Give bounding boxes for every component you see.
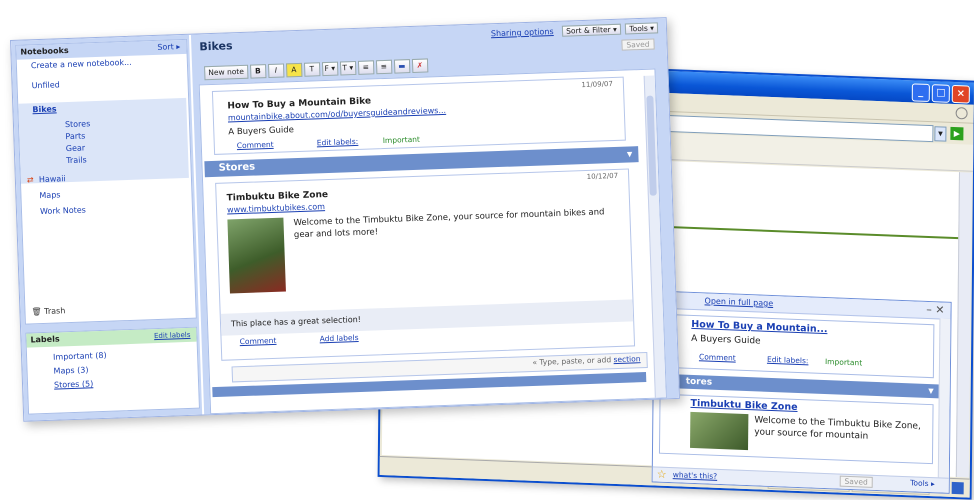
content-scrollbar[interactable] xyxy=(643,75,666,398)
mini-note-description: Welcome to the Timbuktu Bike Zone, your … xyxy=(754,415,921,442)
maximize-icon[interactable]: □ xyxy=(931,84,950,103)
sidebar-subitem-stores[interactable]: Stores xyxy=(65,119,91,129)
zone-icon xyxy=(951,481,964,495)
sidebar-item-bikes[interactable]: Bikes xyxy=(32,104,56,114)
open-full-page-link[interactable]: Open in full page xyxy=(705,296,774,308)
sharing-options-link[interactable]: Sharing options xyxy=(491,27,554,38)
sidebar-subitem-parts[interactable]: Parts xyxy=(65,131,85,141)
collapse-icon[interactable]: – ✕ xyxy=(926,303,944,317)
panel-scrollbar[interactable] xyxy=(937,318,951,479)
labels-header: Labels Edit labels xyxy=(26,327,197,348)
minimize-icon[interactable]: _ xyxy=(911,83,930,103)
mini-note-card[interactable]: Timbuktu Bike Zone Welcome to the Timbuk… xyxy=(658,393,934,465)
mini-note-title[interactable]: Timbuktu Bike Zone xyxy=(690,398,797,413)
bike-image xyxy=(227,217,286,294)
saved-button: Saved xyxy=(839,475,873,488)
notebook-content: Bikes Sharing options Sort & Filter ▾ To… xyxy=(190,18,679,415)
comment-link[interactable]: Comment xyxy=(240,336,277,346)
add-labels-link[interactable]: Add labels xyxy=(319,333,358,343)
italic-icon[interactable]: I xyxy=(267,63,285,79)
comment-link[interactable]: Comment xyxy=(237,140,274,150)
notebooks-panel: Notebooks Sort ▸ Create a new notebook..… xyxy=(15,38,197,325)
font-size-icon[interactable]: T ▾ xyxy=(339,60,357,76)
edit-labels-link[interactable]: Edit labels xyxy=(154,328,191,343)
note-card[interactable]: 11/09/07 How To Buy a Mountain Bike moun… xyxy=(211,76,626,155)
bike-image xyxy=(690,411,749,451)
note-date: 10/12/07 xyxy=(586,171,619,181)
section-title: Stores xyxy=(218,161,256,174)
text-color-icon[interactable]: T xyxy=(303,62,321,77)
top-actions: Sharing options Sort & Filter ▾ Tools ▾ xyxy=(491,22,659,39)
label-item[interactable]: Maps (3) xyxy=(53,365,88,375)
chevron-down-icon[interactable]: ▼ xyxy=(627,146,633,162)
trash-label: Trash xyxy=(44,306,66,316)
add-note-prompt: « Type, paste, or add xyxy=(532,355,612,367)
note-text: A Buyers Guide xyxy=(228,125,295,138)
clear-format-icon[interactable]: ✗ xyxy=(411,58,429,73)
notebook-mini-panel: es Open in full page – ✕ How To Buy a Mo… xyxy=(651,290,952,494)
insert-icon[interactable]: ▬ xyxy=(393,59,411,74)
mini-note-card[interactable]: How To Buy a Mountain... A Buyers Guide … xyxy=(659,313,935,379)
edit-labels-link[interactable]: Edit labels: xyxy=(767,355,809,366)
labels-panel: Labels Edit labels Important (8) Maps (3… xyxy=(25,326,200,415)
mini-note-title[interactable]: How To Buy a Mountain... xyxy=(691,319,827,335)
numbered-list-icon[interactable]: ≡ xyxy=(375,59,393,75)
browser-scrollbar[interactable] xyxy=(955,172,973,478)
label-item[interactable]: Stores (5) xyxy=(54,379,93,389)
close-icon[interactable]: × xyxy=(951,84,970,104)
sidebar-subitem-gear[interactable]: Gear xyxy=(66,143,86,153)
sidebar-item-maps[interactable]: Maps xyxy=(39,190,60,200)
labels-label: Labels xyxy=(30,334,60,345)
notebook-window: Notebooks Sort ▸ Create a new notebook..… xyxy=(10,17,680,422)
sidebar: Notebooks Sort ▸ Create a new notebook..… xyxy=(11,34,203,421)
bullet-list-icon[interactable]: ≡ xyxy=(357,60,375,75)
add-section-link[interactable]: section xyxy=(613,354,640,364)
note-url[interactable]: www.timbuktubikes.com xyxy=(227,202,325,214)
star-icon[interactable]: ☆ xyxy=(657,468,667,481)
edit-labels-link[interactable]: Edit labels: xyxy=(317,137,359,147)
chevron-down-icon[interactable]: ▼ xyxy=(928,384,934,398)
mini-note-subtitle: A Buyers Guide xyxy=(691,333,761,347)
label-item[interactable]: Important (8) xyxy=(53,351,107,362)
notebooks-label: Notebooks xyxy=(20,45,69,57)
note-card[interactable]: 10/12/07 Timbuktu Bike Zone www.timbuktu… xyxy=(215,168,636,361)
note-date: 11/09/07 xyxy=(581,79,614,90)
bold-icon[interactable]: B xyxy=(249,64,267,79)
go-icon[interactable]: ▶ xyxy=(950,126,964,141)
sidebar-item-work-notes[interactable]: Work Notes xyxy=(40,205,86,216)
label-important: Important xyxy=(824,357,863,368)
saved-button: Saved xyxy=(621,38,655,51)
label-important: Important xyxy=(382,134,421,146)
trash-icon: 🗑 xyxy=(31,307,42,317)
note-comment: This place has a great selection! xyxy=(220,299,634,336)
shared-icon: ⇄ xyxy=(26,175,34,185)
note-description: Welcome to the Timbuktu Bike Zone, your … xyxy=(293,207,605,241)
font-icon[interactable]: F ▾ xyxy=(321,61,339,77)
create-notebook-link[interactable]: Create a new notebook... xyxy=(31,58,132,71)
whats-this-link[interactable]: what's this? xyxy=(673,470,718,481)
sidebar-item-unfiled[interactable]: Unfiled xyxy=(31,80,59,90)
refresh-icon[interactable] xyxy=(955,107,968,120)
chevron-down-icon[interactable]: ▼ xyxy=(934,126,947,142)
notes-area: 11/09/07 How To Buy a Mountain Bike moun… xyxy=(198,68,667,415)
sidebar-item-hawaii[interactable]: Hawaii xyxy=(39,174,66,184)
notebooks-header: Notebooks Sort ▸ xyxy=(16,39,187,60)
highlight-icon[interactable]: A xyxy=(285,62,303,78)
new-note-button[interactable]: New note xyxy=(204,64,249,81)
comment-link[interactable]: Comment xyxy=(699,352,736,362)
sort-menu[interactable]: Sort ▸ xyxy=(157,40,180,55)
section-title: tores xyxy=(685,376,713,388)
scroll-thumb[interactable] xyxy=(646,95,657,196)
tools-button[interactable]: Tools ▾ xyxy=(625,22,659,35)
sort-filter-button[interactable]: Sort & Filter ▾ xyxy=(561,23,622,37)
trash-item[interactable]: 🗑 Trash xyxy=(31,306,65,316)
sidebar-subitem-trails[interactable]: Trails xyxy=(66,155,87,165)
page-title: Bikes xyxy=(199,39,233,54)
